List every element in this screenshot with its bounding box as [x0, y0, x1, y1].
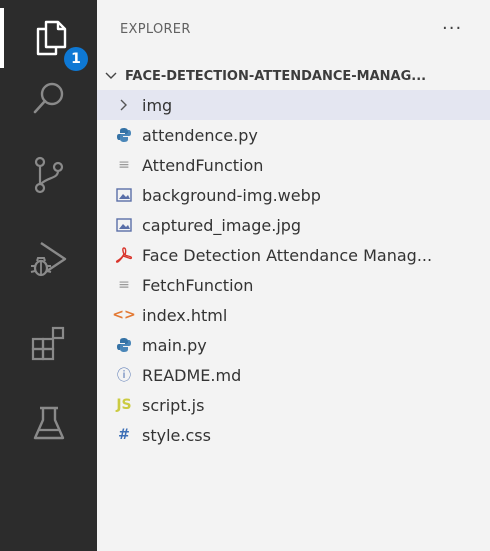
- css-icon: #: [118, 427, 130, 443]
- beaker-icon: [33, 406, 64, 440]
- chevron-down-icon: [103, 68, 119, 84]
- extensions-icon: [31, 326, 64, 361]
- tree-item-style-css[interactable]: # style.css: [97, 420, 490, 450]
- tree-item-label: README.md: [142, 365, 242, 385]
- explorer-header: EXPLORER ···: [97, 0, 490, 62]
- vscode-window: 1 EXPLORER ··· FACE-DETECTION-ATTENDANCE…: [0, 0, 490, 551]
- activity-extensions[interactable]: [0, 313, 97, 373]
- tree-item-label: Face Detection Attendance Manag...: [142, 245, 433, 265]
- tree-item-face-detection-pdf[interactable]: Face Detection Attendance Manag...: [97, 240, 490, 270]
- text-file-icon: ≡: [118, 277, 130, 293]
- activity-search[interactable]: [0, 68, 97, 128]
- tree-item-label: main.py: [142, 335, 207, 355]
- tree-item-script-js[interactable]: JS script.js: [97, 390, 490, 420]
- explorer-title: EXPLORER: [120, 22, 191, 37]
- tree-item-captured-image[interactable]: captured_image.jpg: [97, 210, 490, 240]
- tree-item-label: script.js: [142, 395, 205, 415]
- tree-item-fetchfunction[interactable]: ≡ FetchFunction: [97, 270, 490, 300]
- activity-testing[interactable]: [0, 394, 97, 454]
- tree-item-label: FetchFunction: [142, 275, 254, 295]
- tree-item-label: background-img.webp: [142, 185, 321, 205]
- tree-item-background-img[interactable]: background-img.webp: [97, 180, 490, 210]
- html-icon: <>: [112, 307, 136, 323]
- workspace-folder-name: FACE-DETECTION-ATTENDANCE-MANAG...: [125, 68, 427, 84]
- python-icon: [115, 336, 133, 354]
- tree-item-label: style.css: [142, 425, 211, 445]
- tree-item-label: captured_image.jpg: [142, 215, 302, 235]
- tree-item-readme-md[interactable]: ⓘ README.md: [97, 360, 490, 390]
- chevron-right-icon: [115, 96, 133, 114]
- source-control-icon: [34, 156, 63, 194]
- search-icon: [33, 82, 63, 114]
- tree-item-label: AttendFunction: [142, 155, 264, 175]
- file-tree: img attendence.py ≡ AttendFunction backg…: [97, 90, 490, 450]
- files-icon: [36, 20, 66, 56]
- tree-item-label: attendence.py: [142, 125, 258, 145]
- tree-item-attendfunction[interactable]: ≡ AttendFunction: [97, 150, 490, 180]
- workspace-section-header[interactable]: FACE-DETECTION-ATTENDANCE-MANAG...: [97, 62, 490, 90]
- run-debug-icon: [30, 242, 66, 277]
- tree-item-index-html[interactable]: <> index.html: [97, 300, 490, 330]
- explorer-sidebar: EXPLORER ··· FACE-DETECTION-ATTENDANCE-M…: [97, 0, 490, 551]
- tree-item-label: index.html: [142, 305, 228, 325]
- more-actions-icon[interactable]: ···: [442, 18, 462, 39]
- javascript-icon: JS: [116, 397, 132, 413]
- image-file-icon: [115, 186, 133, 204]
- activity-bar: 1: [0, 0, 97, 551]
- info-icon: ⓘ: [117, 368, 131, 384]
- activity-source-control[interactable]: [0, 145, 97, 205]
- tree-item-attendence-py[interactable]: attendence.py: [97, 120, 490, 150]
- activity-explorer[interactable]: 1: [0, 8, 97, 71]
- activity-run-debug[interactable]: [0, 229, 97, 289]
- tree-item-main-py[interactable]: main.py: [97, 330, 490, 360]
- image-file-icon: [115, 216, 133, 234]
- pdf-icon: [115, 246, 133, 264]
- python-icon: [115, 126, 133, 144]
- tree-item-label: img: [142, 95, 173, 115]
- text-file-icon: ≡: [118, 157, 130, 173]
- tree-item-img-folder[interactable]: img: [97, 90, 490, 120]
